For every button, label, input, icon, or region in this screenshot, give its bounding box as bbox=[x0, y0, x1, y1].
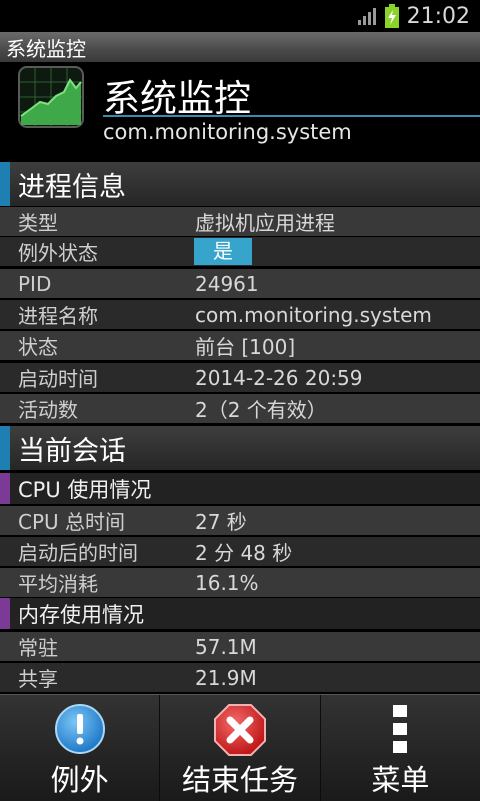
monitor-chart-icon bbox=[18, 66, 84, 128]
info-row-exception-state: 例外状态 是 bbox=[0, 236, 480, 266]
row-value: 2（2 个有效） bbox=[195, 398, 327, 422]
window-title: 系统监控 bbox=[6, 36, 86, 61]
section-current-session: 当前会话 bbox=[0, 426, 480, 470]
info-row-average-usage: 平均消耗 16.1% bbox=[0, 567, 480, 597]
signal-icon bbox=[357, 8, 376, 25]
row-value: com.monitoring.system bbox=[195, 302, 432, 327]
info-row-shared: 共享 21.9M bbox=[0, 662, 480, 692]
info-row-resident: 常驻 57.1M bbox=[0, 631, 480, 661]
row-label: 状态 bbox=[18, 335, 58, 359]
exception-button[interactable]: 例外 bbox=[0, 695, 161, 801]
exception-button-label: 例外 bbox=[50, 763, 109, 797]
info-row-start-time: 启动时间 2014-2-26 20:59 bbox=[0, 362, 480, 392]
clock: 21:02 bbox=[406, 3, 470, 29]
section-title: 当前会话 bbox=[18, 435, 126, 467]
row-value: 2 分 48 秒 bbox=[195, 541, 293, 565]
info-row-time-since-start: 启动后的时间 2 分 48 秒 bbox=[0, 536, 480, 566]
row-label: 共享 bbox=[18, 667, 58, 691]
section-title: 进程信息 bbox=[18, 171, 126, 203]
package-name: com.monitoring.system bbox=[103, 120, 352, 144]
row-label: 例外状态 bbox=[18, 241, 98, 265]
row-label: 平均消耗 bbox=[18, 572, 98, 596]
status-bar: 21:02 bbox=[0, 0, 480, 32]
menu-button[interactable]: 菜单 bbox=[320, 695, 480, 801]
section-process-info: 进程信息 bbox=[0, 162, 480, 206]
end-task-button-label: 结束任务 bbox=[181, 763, 298, 797]
row-value: 16.1% bbox=[195, 570, 259, 595]
subsection-title: 内存使用情况 bbox=[18, 602, 144, 627]
row-label: 常驻 bbox=[18, 636, 58, 660]
title-bar: 系统监控 bbox=[0, 32, 480, 62]
section-accent bbox=[0, 426, 10, 470]
app-name: 系统监控 bbox=[103, 77, 251, 120]
info-icon bbox=[54, 704, 105, 754]
exception-status-badge: 是 bbox=[194, 238, 252, 265]
info-row-pid: PID 24961 bbox=[0, 268, 480, 298]
row-label: 类型 bbox=[18, 211, 58, 235]
row-value: 2014-2-26 20:59 bbox=[195, 365, 363, 390]
row-value: 27 秒 bbox=[195, 510, 247, 534]
subsection-memory-usage: 内存使用情况 bbox=[0, 598, 480, 629]
more-vertical-icon bbox=[393, 705, 408, 753]
info-row-state: 状态 前台 [100] bbox=[0, 330, 480, 360]
subsection-accent bbox=[0, 598, 10, 629]
row-value: 前台 [100] bbox=[195, 335, 296, 359]
subsection-accent bbox=[0, 473, 10, 504]
menu-button-label: 菜单 bbox=[371, 763, 430, 797]
row-label: PID bbox=[18, 271, 52, 296]
bottom-action-bar: 例外 结束任务 菜单 bbox=[0, 694, 480, 801]
battery-charging-icon bbox=[384, 4, 399, 28]
end-task-button[interactable]: 结束任务 bbox=[160, 695, 321, 801]
section-accent bbox=[0, 162, 10, 206]
row-value: 57.1M bbox=[195, 634, 257, 659]
info-row-process-name: 进程名称 com.monitoring.system bbox=[0, 299, 480, 329]
row-label: 启动时间 bbox=[18, 367, 98, 391]
info-row-activity-count: 活动数 2（2 个有效） bbox=[0, 393, 480, 423]
row-label: 启动后的时间 bbox=[18, 541, 138, 565]
row-label: 活动数 bbox=[18, 398, 78, 422]
close-icon bbox=[213, 704, 266, 756]
row-label: CPU 总时间 bbox=[18, 510, 126, 534]
info-row-type: 类型 虚拟机应用进程 bbox=[0, 206, 480, 236]
info-row-cpu-total-time: CPU 总时间 27 秒 bbox=[0, 505, 480, 535]
subsection-cpu-usage: CPU 使用情况 bbox=[0, 473, 480, 504]
app-header: 系统监控 com.monitoring.system bbox=[0, 62, 480, 162]
row-value: 21.9M bbox=[195, 665, 257, 690]
row-value: 虚拟机应用进程 bbox=[195, 211, 335, 235]
header-divider bbox=[103, 115, 480, 117]
subsection-title: CPU 使用情况 bbox=[18, 477, 152, 502]
row-value: 24961 bbox=[195, 271, 259, 296]
row-label: 进程名称 bbox=[18, 304, 98, 328]
